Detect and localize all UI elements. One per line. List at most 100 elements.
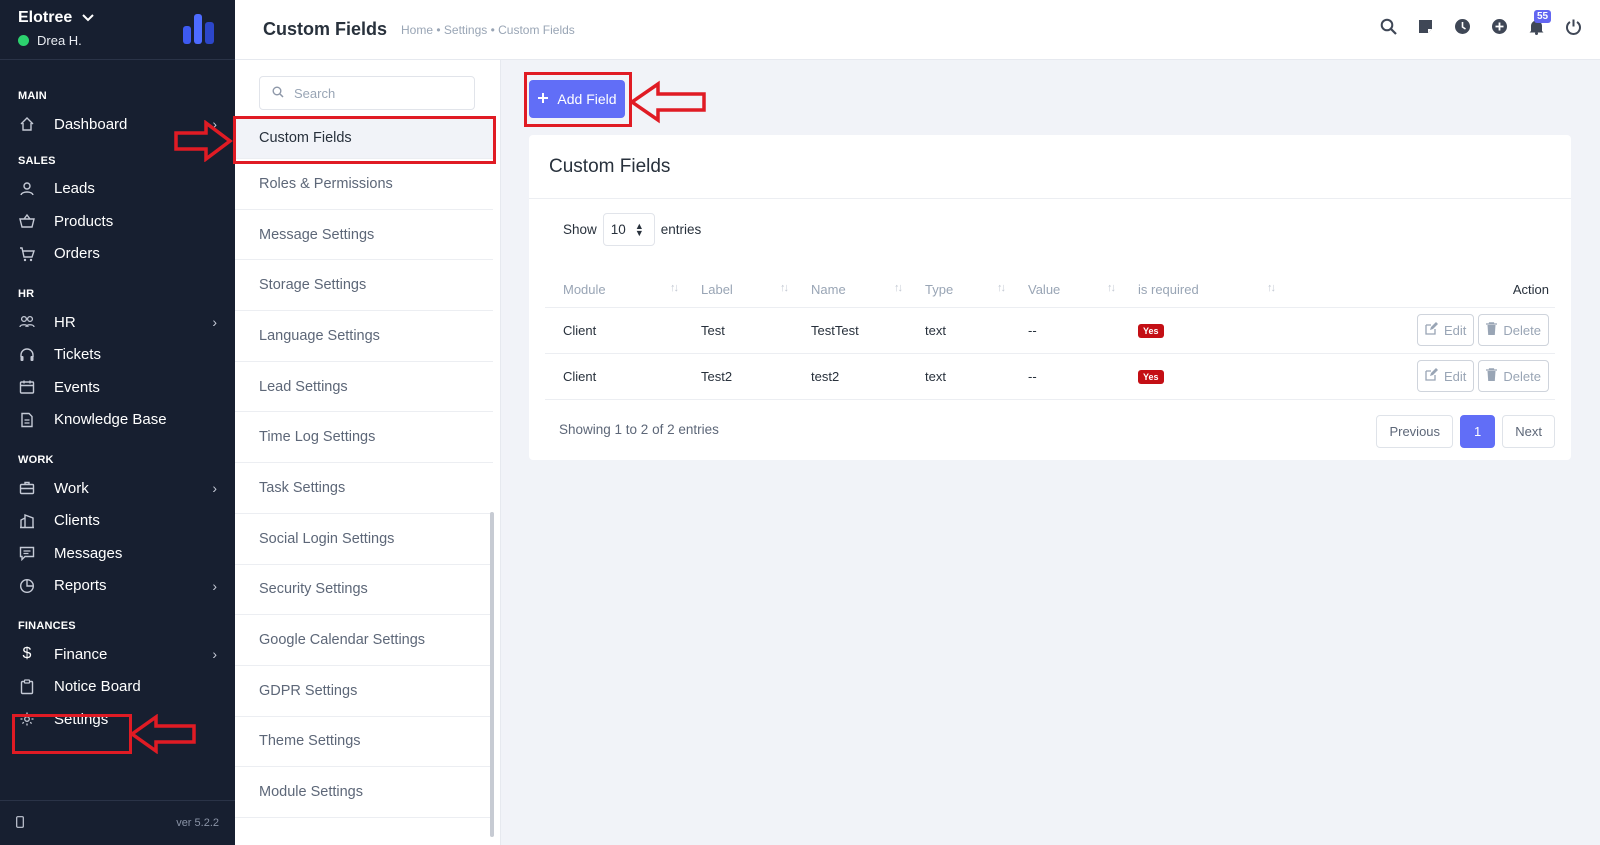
sidebar-item-label: Products [54, 212, 114, 230]
settings-item-language-settings[interactable]: Language Settings [235, 311, 493, 362]
sidebar-item-clients[interactable]: Clients [0, 505, 235, 538]
brand[interactable]: Elotree Drea H. [0, 0, 235, 60]
bell-icon[interactable]: 55 [1528, 10, 1552, 35]
edit-icon [1425, 322, 1439, 338]
delete-button[interactable]: Delete [1478, 314, 1549, 346]
search-icon[interactable] [1380, 18, 1397, 35]
sidebar-item-notice-board[interactable]: Notice Board [0, 671, 235, 704]
settings-item-lead-settings[interactable]: Lead Settings [235, 362, 493, 413]
chevron-down-icon[interactable] [82, 9, 94, 27]
settings-menu-list: Custom Fields Roles & Permissions Messag… [235, 117, 493, 818]
sticky-note-icon[interactable] [1417, 18, 1434, 35]
nav-section-title: WORK [18, 454, 54, 466]
trash-icon [1486, 322, 1498, 338]
settings-item-google-calendar-settings[interactable]: Google Calendar Settings [235, 615, 493, 666]
column-header-label: Label [701, 282, 733, 298]
settings-search [259, 76, 475, 110]
settings-item-message-settings[interactable]: Message Settings [235, 210, 493, 261]
sidebar-item-finance[interactable]: $ Finance › [0, 638, 235, 671]
sort-icon: ↑↓ [670, 282, 679, 294]
plus-circle-icon[interactable] [1491, 18, 1508, 35]
table-header-row: Module ↑↓ Label ↑↓ Name ↑↓ Type ↑↓ Value ↑↓ i… [545, 273, 1555, 308]
column-header-is-required[interactable]: is required ↑↓ [1120, 273, 1280, 308]
sidebar-item-label: Knowledge Base [54, 411, 167, 429]
cell-module: Client [545, 353, 683, 400]
sidebar-item-leads[interactable]: Leads [0, 173, 235, 206]
chevron-right-icon: › [212, 577, 217, 594]
page-title: Custom Fields [263, 19, 388, 39]
brand-name: Elotree [18, 9, 73, 26]
required-badge: Yes [1138, 324, 1164, 338]
entries-control: Show 10 ▲ ▼ entries [563, 213, 701, 246]
nav-section-title: HR [18, 288, 35, 300]
sidebar-item-knowledge-base[interactable]: Knowledge Base [0, 404, 235, 437]
sidebar-item-reports[interactable]: Reports › [0, 570, 235, 603]
version-label: ver 5.2.2 [176, 817, 219, 829]
settings-item-module-settings[interactable]: Module Settings [235, 767, 493, 818]
sidebar-item-label: Leads [54, 180, 95, 198]
settings-item-gdpr-settings[interactable]: GDPR Settings [235, 666, 493, 717]
dollar-icon: $ [22, 645, 32, 663]
house-icon [18, 115, 36, 133]
sidebar-item-products[interactable]: Products [0, 205, 235, 238]
settings-item-storage-settings[interactable]: Storage Settings [235, 260, 493, 312]
pagination: Previous 1 Next [1376, 415, 1555, 448]
sidebar-item-work[interactable]: Work › [0, 472, 235, 505]
card-title: Custom Fields [529, 135, 1571, 199]
settings-item-time-log-settings[interactable]: Time Log Settings [235, 412, 493, 464]
settings-search-input[interactable] [294, 85, 464, 101]
settings-menu: Custom Fields Roles & Permissions Messag… [235, 60, 501, 845]
power-icon[interactable] [1565, 18, 1582, 35]
arrow-left-icon [128, 714, 196, 754]
chat-icon [18, 544, 36, 562]
clock-icon[interactable] [1454, 18, 1471, 35]
delete-button[interactable]: Delete [1478, 360, 1549, 392]
mobile-icon[interactable] [16, 815, 24, 831]
column-header-module[interactable]: Module ↑↓ [545, 273, 683, 308]
show-label: Show [563, 222, 597, 237]
cell-label: Test2 [683, 353, 793, 400]
sidebar-item-tickets[interactable]: Tickets [0, 339, 235, 372]
showing-entries-text: Showing 1 to 2 of 2 entries [559, 422, 719, 437]
breadcrumb[interactable]: Home • Settings • Custom Fields [401, 23, 575, 37]
settings-item-task-settings[interactable]: Task Settings [235, 463, 493, 514]
sort-icon: ↑↓ [1267, 282, 1276, 294]
person-icon [18, 180, 36, 198]
column-header-name[interactable]: Name ↑↓ [793, 273, 907, 308]
sidebar-item-orders[interactable]: Orders [0, 238, 235, 271]
sidebar-item-label: Messages [54, 544, 123, 562]
column-header-label: is required [1138, 282, 1199, 298]
current-page-button[interactable]: 1 [1460, 415, 1496, 448]
sidebar-item-label: Notice Board [54, 678, 141, 696]
cell-actions: Edit Delete [1280, 353, 1555, 400]
highlight-box-settings [12, 714, 132, 754]
sidebar-item-label: HR [54, 313, 76, 331]
previous-page-button[interactable]: Previous [1376, 415, 1454, 448]
settings-item-security-settings[interactable]: Security Settings [235, 565, 493, 616]
entries-label: entries [660, 222, 702, 237]
settings-item-social-login-settings[interactable]: Social Login Settings [235, 514, 493, 565]
column-header-label[interactable]: Label ↑↓ [683, 273, 793, 308]
column-header-type[interactable]: Type ↑↓ [907, 273, 1010, 308]
search-icon [272, 86, 284, 101]
table-row: Client Test2 test2 text -- Yes Edit Dele… [545, 353, 1555, 400]
settings-item-theme-settings[interactable]: Theme Settings [235, 717, 493, 768]
column-header-action: Action [1280, 273, 1555, 308]
custom-fields-table: Module ↑↓ Label ↑↓ Name ↑↓ Type ↑↓ Value ↑↓ i… [545, 273, 1555, 400]
sidebar-item-events[interactable]: Events [0, 371, 235, 404]
edit-button[interactable]: Edit [1417, 314, 1475, 346]
cell-value: -- [1010, 307, 1120, 354]
sidebar-item-messages[interactable]: Messages [0, 537, 235, 570]
edit-button[interactable]: Edit [1417, 360, 1475, 392]
column-header-value[interactable]: Value ↑↓ [1010, 273, 1120, 308]
briefcase-icon [18, 479, 36, 497]
building-icon [18, 512, 36, 530]
entries-select[interactable]: 10 ▲ ▼ [602, 213, 655, 246]
edit-label: Edit [1444, 368, 1467, 384]
sidebar-item-hr[interactable]: HR › [0, 306, 235, 339]
settings-item-roles-permissions[interactable]: Roles & Permissions [235, 159, 493, 210]
next-page-button[interactable]: Next [1502, 415, 1555, 448]
column-header-label: Module [563, 282, 606, 298]
trash-icon [1486, 368, 1498, 384]
settings-menu-scrollbar[interactable] [490, 512, 494, 837]
